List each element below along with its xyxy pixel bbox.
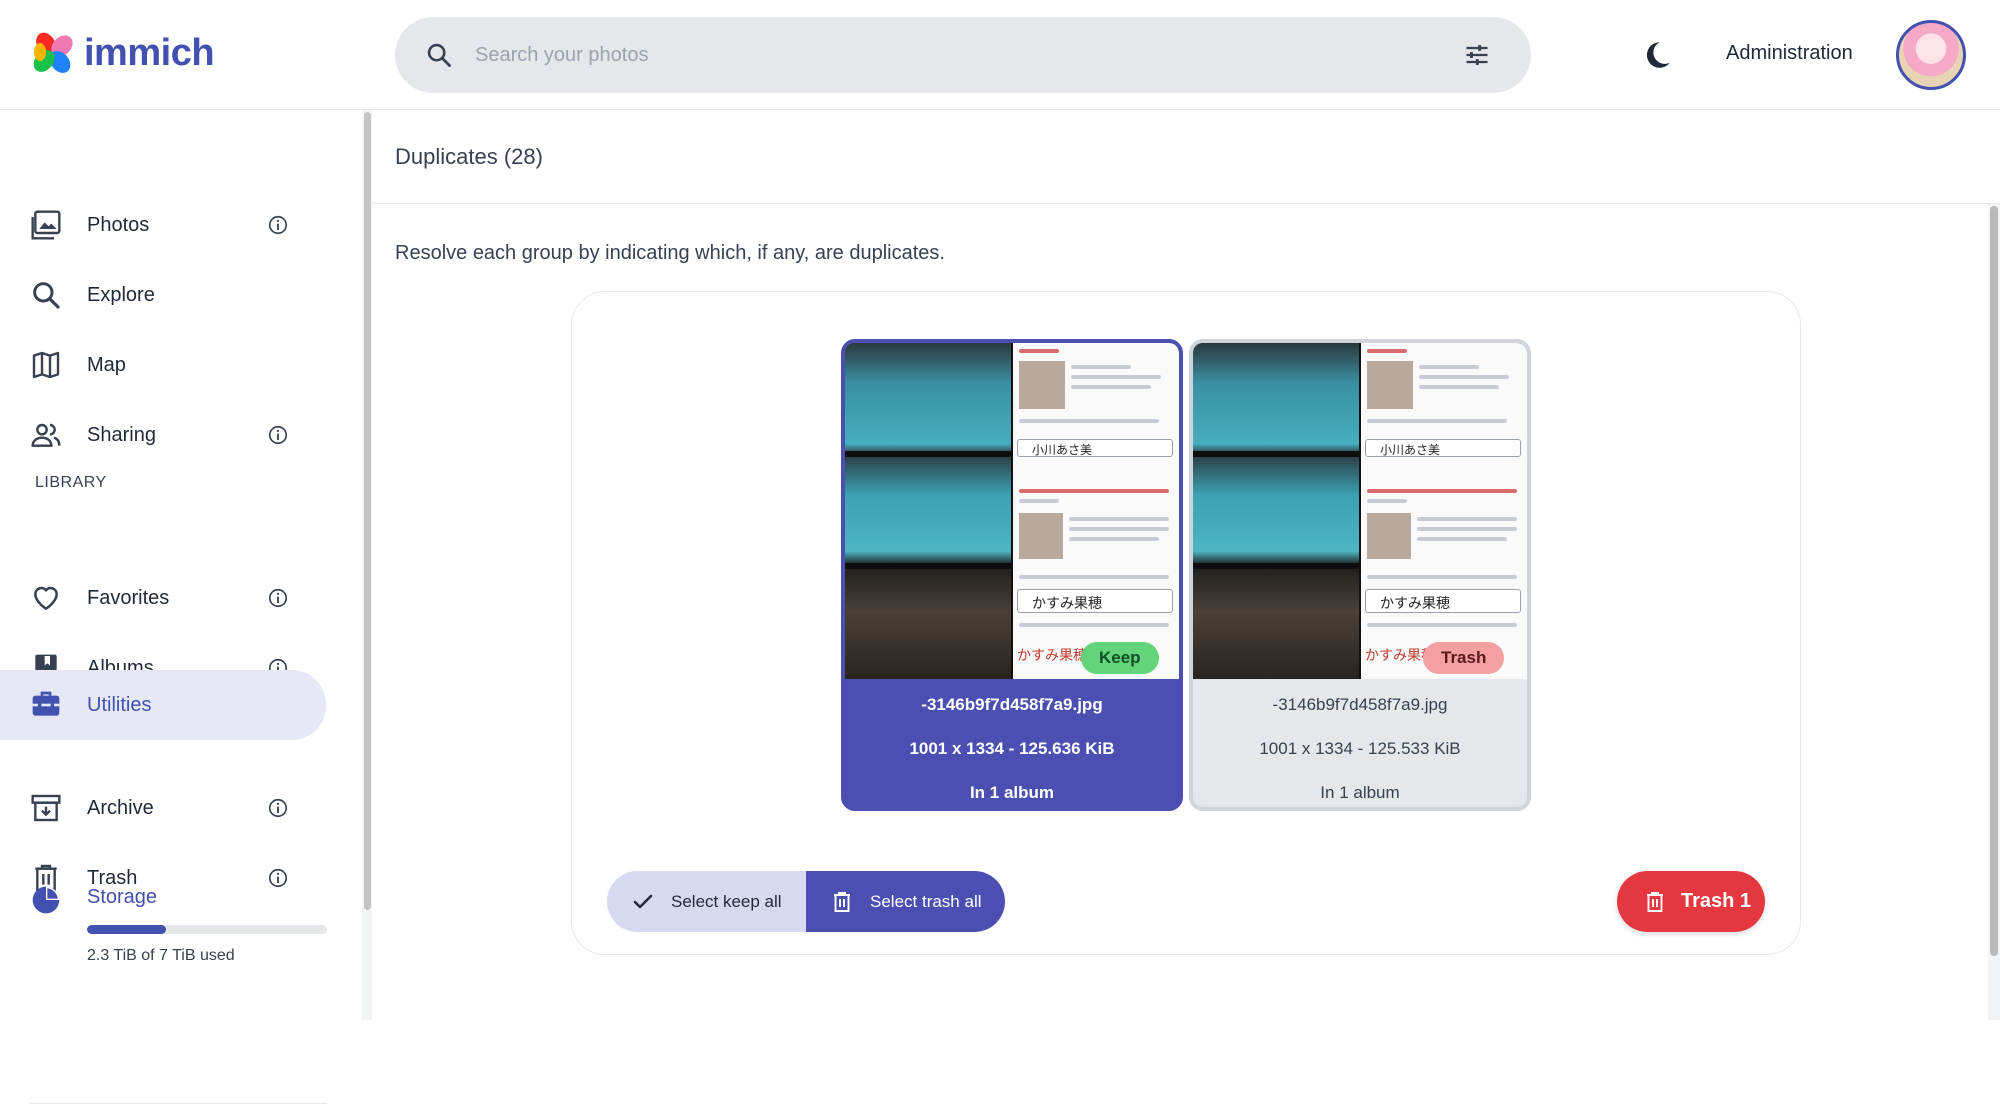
asset-album-count[interactable]: In 1 album [845,783,1179,803]
administration-link[interactable]: Administration [1726,42,1853,65]
sidebar-scrollbar-thumb[interactable] [364,112,371,910]
thumbnail-webpage: 小川あさ美 かすみ果穂 かすみ果穂 [1013,343,1179,679]
trash-badge[interactable]: Trash [1423,642,1505,674]
info-icon[interactable] [267,424,289,446]
sidebar-item-label: Sharing [87,423,156,446]
sidebar-item-label: Archive [87,796,154,819]
trash-icon [834,891,850,912]
library-heading: LIBRARY [35,474,107,491]
search-bar[interactable] [395,17,1531,93]
main-scrollbar-thumb[interactable] [1990,206,1998,956]
photos-icon [31,210,61,240]
asset-filename: -3146b9f7d458f7a9.jpg [1272,695,1448,714]
asset-thumbnail[interactable]: 小川あさ美 かすみ果穂 かすみ果穂 Trash [1193,343,1527,679]
storage-label: Storage [87,886,158,908]
sidebar-item-label: Favorites [87,586,170,609]
page-title: Duplicates (28) [395,144,543,169]
sidebar-item-photos[interactable]: Photos [0,191,326,259]
select-trash-all-button[interactable]: Select trash all [806,871,1005,932]
thumb-result-text: かすみ果穂 [1017,648,1087,664]
search-icon [33,282,60,309]
duplicate-asset-keep[interactable]: 小川あさ美 かすみ果穂 かすみ果穂 Keep -3146b9f7d458f7a9… [841,339,1183,811]
sidebar-item-label: Photos [87,213,150,236]
storage-usage-text: 2.3 TiB of 7 TiB used [87,947,235,964]
thumbnail-webpage: 小川あさ美 かすみ果穂 かすみ果穂 [1361,343,1527,679]
keep-badge[interactable]: Keep [1081,642,1159,674]
asset-thumbnail[interactable]: 小川あさ美 かすみ果穂 かすみ果穂 Keep [845,343,1179,679]
trash-selected-label: Trash 1 [1681,890,1752,912]
select-all-button-group: Select keep all Select trash all [607,871,1005,932]
main-scrollbar[interactable] [1988,204,2000,1020]
asset-filename: -3146b9f7d458f7a9.jpg [921,695,1103,714]
sidebar-item-archive[interactable]: Archive [0,774,326,842]
sidebar: Photos Explore Map Sharing LIBRARY Favor… [0,110,360,1104]
storage-usage-bar [87,925,327,934]
check-icon [633,894,653,908]
thumbnail-video-frames [1193,343,1359,679]
asset-album-count[interactable]: In 1 album [1193,783,1527,803]
trash-icon [1647,891,1663,912]
thumb-query-text: 小川あさ美 [1032,443,1093,457]
sidebar-item-label: Utilities [87,693,152,716]
top-bar: immich Administration [0,0,2000,110]
dark-mode-toggle-icon[interactable] [1640,38,1674,72]
sidebar-item-label: Explore [87,283,155,306]
thumb-query-text: 小川あさ美 [1380,443,1441,457]
duplicate-asset-trash[interactable]: 小川あさ美 かすみ果穂 かすみ果穂 Trash -3146b9f7d458f7a… [1189,339,1531,811]
thumb-query-text: かすみ果穂 [1032,596,1102,612]
select-keep-all-button[interactable]: Select keep all [607,871,806,932]
search-filter-icon[interactable] [1463,41,1491,69]
sidebar-item-explore[interactable]: Explore [0,261,326,329]
page-header: Duplicates (28) [372,110,2000,204]
storage-pie-icon [32,886,60,914]
asset-dimensions-size: 1001 x 1334 - 125.636 KiB [909,739,1115,758]
thumb-query-text: かすみ果穂 [1380,596,1450,612]
people-icon [31,423,61,447]
map-icon [32,351,60,379]
user-avatar[interactable] [1896,20,1966,90]
storage-usage-fill [87,925,167,934]
sidebar-item-label: Map [87,353,126,376]
toolbox-icon [32,691,60,716]
sidebar-item-map[interactable]: Map [0,331,326,399]
app-name: immich [84,31,215,74]
info-icon[interactable] [267,867,289,889]
heart-icon [34,586,58,610]
trash-selected-button[interactable]: Trash 1 [1617,871,1765,932]
select-trash-all-label: Select trash all [870,891,982,911]
archive-icon [31,794,61,822]
search-input[interactable] [475,43,1435,67]
info-icon[interactable] [267,214,289,236]
asset-dimensions-size: 1001 x 1334 - 125.533 KiB [1259,739,1461,758]
info-icon[interactable] [267,797,289,819]
page-description: Resolve each group by indicating which, … [395,242,945,264]
logo-flower-icon [33,32,73,73]
sidebar-item-sharing[interactable]: Sharing [0,401,326,469]
search-icon[interactable] [425,41,453,69]
sidebar-item-favorites[interactable]: Favorites [0,564,326,632]
select-keep-all-label: Select keep all [671,891,782,911]
duplicate-group-card [571,291,1801,955]
thumbnail-video-frames [845,343,1011,679]
immich-logo[interactable]: immich [30,30,215,76]
info-icon[interactable] [267,587,289,609]
sidebar-item-utilities[interactable]: Utilities [0,670,326,740]
sidebar-scrollbar[interactable] [362,110,372,1020]
